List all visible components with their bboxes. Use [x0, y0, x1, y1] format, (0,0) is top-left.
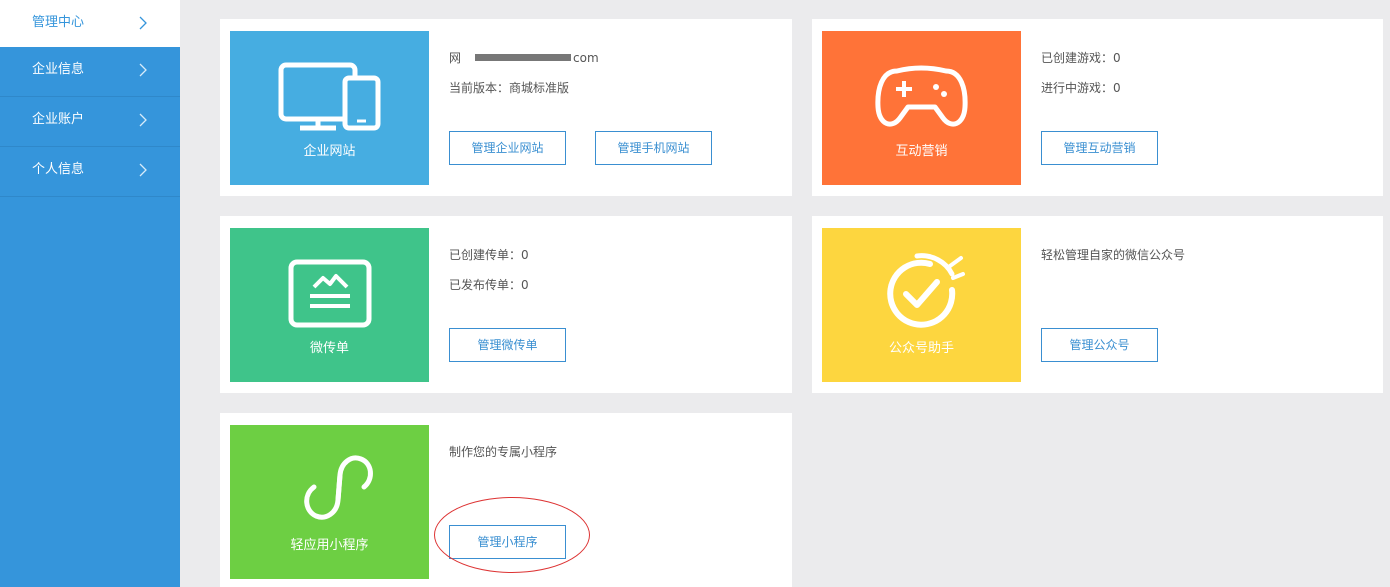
sidebar-item-label: 企业账户: [32, 112, 85, 127]
sidebar-item-label: 管理中心: [32, 15, 85, 30]
url-prefix: 网: [449, 51, 462, 65]
chevron-right-icon: [139, 16, 147, 30]
games-created: 已创建游戏：0: [1041, 51, 1121, 65]
sidebar-item-company-account[interactable]: 企业账户: [0, 97, 180, 147]
manage-company-website-button[interactable]: 管理企业网站: [449, 131, 566, 165]
tile-label: 互动营销: [895, 144, 948, 159]
sidebar-item-company-info[interactable]: 企业信息: [0, 47, 180, 97]
interactive-info: 已创建游戏：0 进行中游戏：0: [1041, 49, 1121, 109]
official-account-description: 轻松管理自家的微信公众号: [1041, 248, 1186, 262]
flyers-published: 已发布传单：0: [449, 278, 529, 292]
interactive-marketing-card: 互动营销 已创建游戏：0 进行中游戏：0 管理互动营销: [812, 19, 1383, 196]
mini-program-card: 轻应用小程序 制作您的专属小程序 管理小程序: [220, 413, 792, 587]
miniprogram-icon: [304, 455, 373, 520]
url-suffix: com: [573, 51, 599, 65]
manage-mini-program-button[interactable]: 管理小程序: [449, 525, 566, 559]
chevron-right-icon: [139, 163, 147, 177]
sidebar-item-personal-info[interactable]: 个人信息: [0, 147, 180, 197]
sidebar-item-label: 企业信息: [32, 62, 85, 77]
manage-official-account-button[interactable]: 管理公众号: [1041, 328, 1158, 362]
manage-interactive-marketing-button[interactable]: 管理互动营销: [1041, 131, 1158, 165]
check-circle-icon: [887, 253, 965, 328]
mini-program-description: 制作您的专属小程序: [449, 445, 558, 459]
website-info: 网 com 当前版本：商城标准版: [449, 49, 599, 109]
official-account-card: 公众号助手 轻松管理自家的微信公众号 管理公众号: [812, 216, 1383, 393]
micro-flyer-card: 微传单 已创建传单：0 已发布传单：0 管理微传单: [220, 216, 792, 393]
manage-mobile-website-button[interactable]: 管理手机网站: [595, 131, 712, 165]
website-url: 网 com: [449, 49, 599, 79]
micro-flyer-tile[interactable]: 微传单: [230, 228, 429, 382]
computer-and-phone-icon: [278, 62, 381, 131]
official-account-tile[interactable]: 公众号助手: [822, 228, 1021, 382]
website-tile[interactable]: 企业网站: [230, 31, 429, 185]
official-info: 轻松管理自家的微信公众号: [1041, 246, 1185, 276]
gamepad-icon: [875, 65, 968, 127]
sidebar-item-management-center[interactable]: 管理中心: [0, 0, 180, 47]
manage-micro-flyer-button[interactable]: 管理微传单: [449, 328, 566, 362]
chevron-right-icon: [139, 113, 147, 127]
tile-label: 企业网站: [303, 144, 356, 159]
miniapp-info: 制作您的专属小程序: [449, 443, 557, 473]
flyers-created: 已创建传单：0: [449, 248, 529, 262]
tile-label: 轻应用小程序: [290, 538, 369, 553]
interactive-marketing-tile[interactable]: 互动营销: [822, 31, 1021, 185]
flyer-info: 已创建传单：0 已发布传单：0: [449, 246, 529, 306]
chevron-right-icon: [139, 63, 147, 77]
website-version: 当前版本：商城标准版: [449, 81, 570, 95]
redacted-url-mask: [475, 54, 572, 61]
tile-label: 微传单: [309, 341, 349, 356]
sidebar: 管理中心 企业信息 企业账户 个人信息: [0, 0, 180, 587]
mini-program-tile[interactable]: 轻应用小程序: [230, 425, 429, 579]
website-card: 企业网站 网 com 当前版本：商城标准版 管理企业网站 管理手机网站: [220, 19, 792, 196]
sidebar-item-label: 个人信息: [32, 162, 85, 177]
flyer-icon: [288, 259, 372, 328]
tile-label: 公众号助手: [888, 341, 954, 356]
games-running: 进行中游戏：0: [1041, 81, 1121, 95]
